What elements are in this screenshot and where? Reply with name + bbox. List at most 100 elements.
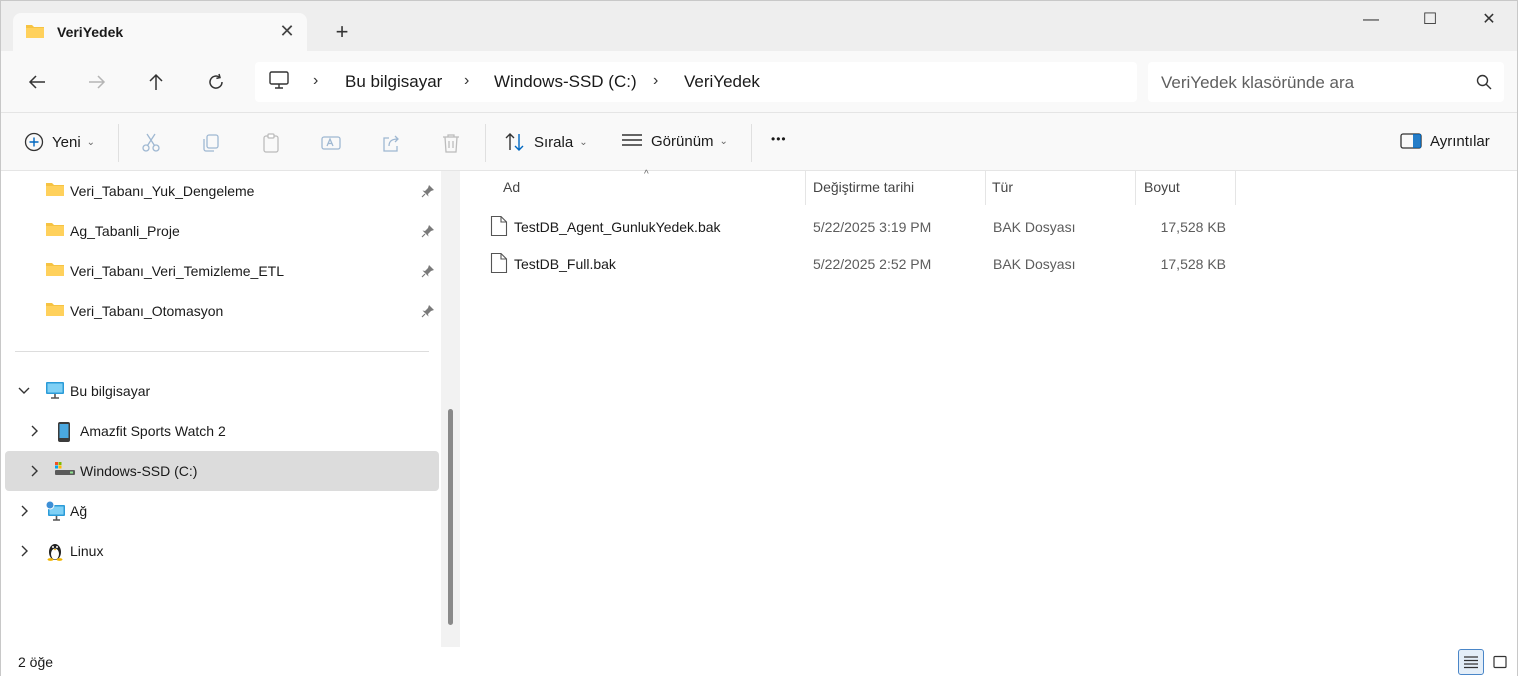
pin-icon[interactable] (421, 184, 435, 201)
sidebar-item-network[interactable]: Ağ (5, 491, 439, 531)
pin-icon[interactable] (421, 264, 435, 281)
search-input[interactable]: VeriYedek klasöründe ara (1161, 73, 1354, 93)
close-window-button[interactable]: ✕ (1464, 7, 1514, 33)
sidebar-item-pinned-folder[interactable]: Veri_Tabanı_Veri_Temizleme_ETL (5, 251, 439, 291)
sidebar-item-pinned-folder[interactable]: Veri_Tabanı_Otomasyon (5, 291, 439, 331)
sidebar-item-windows-ssd[interactable]: Windows-SSD (C:) (5, 451, 439, 491)
column-header-size[interactable]: Boyut (1144, 179, 1180, 195)
chevron-right-icon[interactable] (27, 464, 41, 478)
chevron-down-icon: ⌄ (86, 136, 96, 148)
forward-button[interactable] (79, 68, 115, 96)
minimize-button[interactable]: — (1346, 7, 1396, 33)
arrow-right-icon (89, 75, 106, 89)
rename-icon[interactable] (320, 132, 342, 154)
refresh-button[interactable] (198, 68, 234, 96)
share-icon[interactable] (380, 132, 402, 154)
column-header-type[interactable]: Tür (992, 179, 1013, 195)
breadcrumb-veriyedek[interactable]: VeriYedek (684, 72, 760, 92)
sidebar-item-amazfit[interactable]: Amazfit Sports Watch 2 (5, 411, 439, 451)
search-box[interactable]: VeriYedek klasöründe ara (1148, 62, 1504, 102)
file-list: ^ Ad Değiştirme tarihi Tür Boyut TestDB_… (460, 169, 1517, 647)
file-explorer-window: VeriYedek ✕ + — ☐ ✕ › Bu bilgisayar › Wi… (0, 0, 1518, 676)
sidebar-item-label: Bu bilgisayar (70, 383, 151, 399)
breadcrumb-separator[interactable]: › (313, 72, 318, 90)
new-tab-button[interactable]: + (329, 20, 355, 46)
details-view-icon (1464, 656, 1478, 669)
breadcrumb-bu-bilgisayar[interactable]: Bu bilgisayar (345, 72, 442, 92)
copy-icon[interactable] (200, 132, 222, 154)
computer-icon (269, 71, 289, 92)
file-size: 17,528 KB (1160, 256, 1226, 272)
chevron-down-icon: ⌄ (719, 135, 728, 147)
toolbar-divider (118, 124, 119, 162)
sidebar-item-pinned-folder[interactable]: Ag_Tabanli_Proje (5, 211, 439, 251)
sidebar-item-label: Veri_Tabanı_Otomasyon (70, 303, 224, 319)
sidebar-item-pinned-folder[interactable]: Veri_Tabanı_Yuk_Dengeleme (5, 171, 439, 211)
folder-icon (45, 181, 65, 200)
column-divider[interactable] (1235, 171, 1236, 205)
view-lines-icon (622, 134, 642, 146)
folder-icon (45, 261, 65, 280)
arrow-left-icon (28, 75, 45, 89)
pin-icon[interactable] (421, 224, 435, 241)
breadcrumb-windows-ssd[interactable]: Windows-SSD (C:) (494, 72, 637, 92)
breadcrumb-separator[interactable]: › (464, 72, 469, 90)
computer-icon (45, 381, 65, 402)
sort-button[interactable]: Sırala ⌄ (504, 132, 588, 152)
sort-arrows-icon (505, 133, 524, 151)
large-icons-view-button[interactable] (1487, 649, 1513, 675)
address-bar[interactable]: › Bu bilgisayar › Windows-SSD (C:) › Ver… (255, 62, 1137, 102)
column-divider[interactable] (1135, 171, 1136, 205)
column-divider[interactable] (805, 171, 806, 205)
tab-title: VeriYedek (57, 24, 124, 40)
chevron-right-icon[interactable] (17, 504, 31, 518)
more-options-button[interactable]: ••• (771, 132, 787, 146)
sidebar-item-label: Windows-SSD (C:) (80, 463, 198, 479)
file-name: TestDB_Full.bak (514, 256, 616, 272)
folder-icon (25, 23, 45, 42)
details-pane-button[interactable]: Ayrıntılar (1400, 132, 1490, 150)
cut-icon[interactable] (140, 132, 162, 154)
file-type: BAK Dosyası (993, 256, 1076, 272)
toolbar-divider (751, 124, 752, 162)
details-view-button[interactable] (1458, 649, 1484, 675)
scrollbar-thumb[interactable] (448, 409, 453, 625)
file-icon (490, 252, 508, 277)
chevron-right-icon[interactable] (17, 544, 31, 558)
back-button[interactable] (19, 68, 55, 96)
close-tab-icon[interactable]: ✕ (277, 21, 297, 41)
up-button[interactable] (138, 68, 174, 96)
column-header-modified[interactable]: Değiştirme tarihi (813, 179, 914, 195)
search-icon[interactable] (1476, 74, 1492, 93)
details-pane-icon (1400, 133, 1422, 149)
status-bar: 2 öğe (1, 647, 1517, 676)
chevron-down-icon[interactable] (17, 384, 31, 398)
sidebar-item-label: Ag_Tabanli_Proje (70, 223, 180, 239)
tab-veriyedek[interactable]: VeriYedek ✕ (13, 13, 307, 51)
drive-icon (54, 461, 76, 480)
column-header-name[interactable]: Ad (503, 179, 520, 195)
pin-icon[interactable] (421, 304, 435, 321)
tiles-view-icon (1493, 655, 1507, 669)
file-modified: 5/22/2025 3:19 PM (813, 219, 932, 235)
sidebar-scrollbar[interactable] (441, 171, 460, 647)
file-modified: 5/22/2025 2:52 PM (813, 256, 932, 272)
file-icon (490, 215, 508, 240)
maximize-button[interactable]: ☐ (1405, 7, 1455, 33)
sidebar-item-label: Amazfit Sports Watch 2 (80, 423, 226, 439)
sort-label: Sırala (534, 133, 574, 151)
sidebar-item-linux[interactable]: Linux (5, 531, 439, 571)
breadcrumb-separator[interactable]: › (653, 72, 658, 90)
paste-icon[interactable] (260, 132, 282, 154)
chevron-right-icon[interactable] (27, 424, 41, 438)
navigation-pane: Veri_Tabanı_Yuk_Dengeleme Ag_Tabanli_Pro… (1, 171, 460, 647)
table-row[interactable]: TestDB_Full.bak 5/22/2025 2:52 PM BAK Do… (480, 246, 1240, 282)
column-divider[interactable] (985, 171, 986, 205)
table-row[interactable]: TestDB_Agent_GunlukYedek.bak 5/22/2025 3… (480, 209, 1240, 245)
delete-icon[interactable] (440, 132, 462, 154)
sidebar-item-this-pc[interactable]: Bu bilgisayar (5, 371, 439, 411)
new-button[interactable]: Yeni ⌄ (24, 132, 95, 152)
view-button[interactable]: Görünüm ⌄ (621, 132, 728, 150)
folder-icon (45, 301, 65, 320)
toolbar-divider (485, 124, 486, 162)
